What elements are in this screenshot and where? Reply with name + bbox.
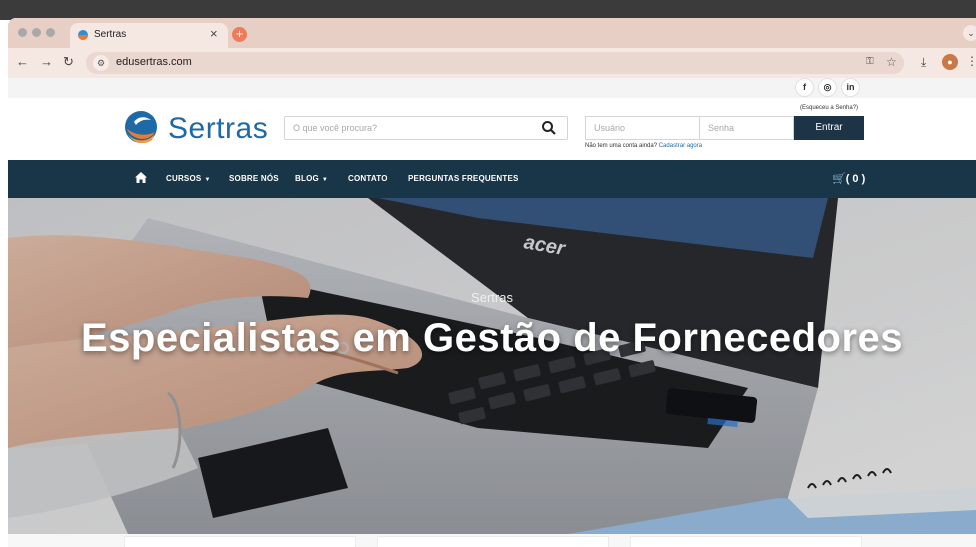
facebook-icon[interactable]: f [795, 78, 814, 97]
tab-search-icon[interactable]: ⌄ [963, 25, 976, 41]
browser-toolbar: ← → ↻ ⚙ edusertras.com ⚿ ☆ ⤓ ● ⋮ [8, 48, 976, 78]
tab-close-icon[interactable]: × [210, 26, 218, 41]
cart-count: ( 0 ) [845, 173, 866, 185]
username-input[interactable] [585, 116, 700, 140]
address-bar[interactable]: ⚙ edusertras.com ⚿ ☆ [86, 52, 904, 74]
logo-mark-icon[interactable] [124, 110, 158, 144]
main-navbar: CURSOS ▼ SOBRE NÓS BLOG ▼ CONTATO PERGUNTA… [8, 160, 976, 198]
nav-item-perguntas-frequentes[interactable]: PERGUNTAS FREQUENTES [408, 174, 519, 183]
signup-prefix: Não tem uma conta ainda? [585, 143, 658, 149]
instagram-icon[interactable]: ◎ [818, 78, 837, 97]
favicon-icon [78, 30, 88, 40]
hero-photo: acer [8, 198, 976, 534]
forgot-password-link[interactable]: (Esqueceu a Senha?) [800, 105, 858, 111]
cart-icon: 🛒 [832, 173, 846, 185]
social-strip: f ◎ in [8, 78, 976, 98]
profile-icon[interactable]: ● [942, 54, 958, 70]
new-tab-button[interactable]: + [232, 27, 247, 42]
logo-text[interactable]: Sertras [168, 112, 268, 146]
home-icon[interactable] [134, 171, 148, 184]
zoom-window-dot[interactable] [46, 28, 55, 37]
nav-item-blog[interactable]: BLOG ▼ [295, 174, 328, 183]
login-button[interactable]: Entrar [794, 116, 864, 140]
feature-card[interactable] [124, 536, 356, 547]
search-input[interactable] [284, 116, 568, 140]
signup-link[interactable]: Cadastrar agora [659, 143, 702, 149]
hero-kicker: Sertras [471, 290, 513, 305]
forward-icon[interactable]: → [40, 54, 53, 69]
url-text[interactable]: edusertras.com [116, 56, 192, 68]
nav-item-contato[interactable]: CONTATO [348, 174, 388, 183]
tab-bar: Sertras × + ⌄ [8, 18, 976, 48]
nav-item-cursos[interactable]: CURSOS ▼ [166, 174, 211, 183]
star-icon[interactable]: ☆ [886, 55, 897, 69]
site-info-icon[interactable]: ⚙ [93, 55, 109, 71]
back-icon[interactable]: ← [16, 54, 29, 69]
kebab-icon[interactable]: ⋮ [966, 54, 976, 68]
download-icon[interactable]: ⤓ [921, 55, 926, 70]
cards-strip [8, 534, 976, 547]
desktop-strip [0, 0, 976, 20]
feature-card[interactable] [630, 536, 862, 547]
signup-note: Não tem uma conta ainda? Cadastrar agora [585, 143, 702, 149]
hero-banner: acer Sertras Especialistas em Gestão de … [8, 198, 976, 534]
chevron-down-icon: ▼ [321, 177, 329, 183]
linkedin-icon[interactable]: in [841, 78, 860, 97]
cart-button[interactable]: 🛒( 0 ) [832, 172, 865, 185]
browser-window: Sertras × + ⌄ ← → ↻ ⚙ edusertras.com ⚿ ☆… [8, 18, 976, 547]
reload-icon[interactable]: ↻ [63, 54, 74, 70]
hero-title: Especialistas em Gestão de Fornecedores [80, 316, 904, 360]
feature-card[interactable] [377, 536, 609, 547]
search-icon[interactable] [541, 120, 557, 136]
nav-item-sobre-nos[interactable]: SOBRE NÓS [229, 174, 279, 183]
tab-title: Sertras [94, 29, 127, 40]
password-input[interactable] [700, 116, 794, 140]
key-icon[interactable]: ⚿ [866, 56, 874, 67]
chevron-down-icon: ▼ [204, 177, 211, 183]
minimize-window-dot[interactable] [32, 28, 41, 37]
web-page: f ◎ in Sertras (Esqueceu a Senha?) Entra… [8, 78, 976, 547]
browser-tab[interactable]: Sertras × [70, 23, 228, 48]
close-window-dot[interactable] [18, 28, 27, 37]
